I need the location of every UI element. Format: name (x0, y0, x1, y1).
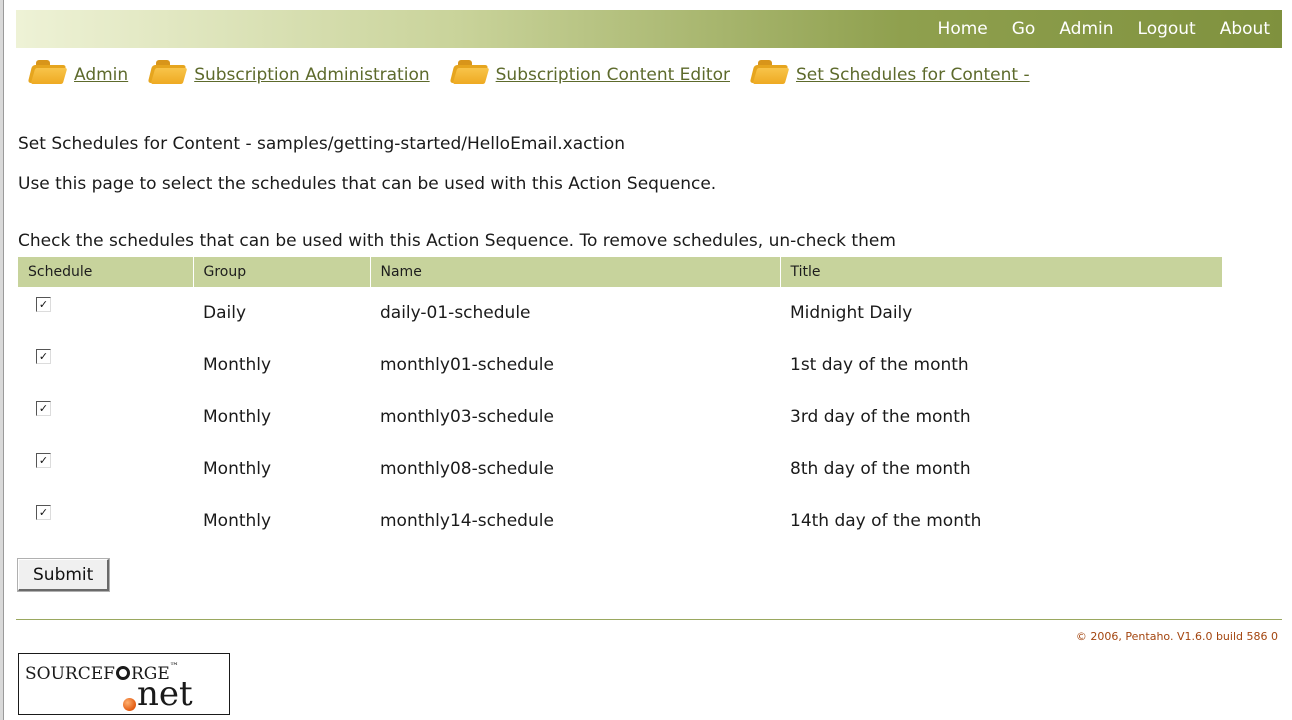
name-cell: monthly03-schedule (380, 407, 554, 427)
checkmark-icon: ✓ (38, 350, 49, 363)
page-description: Use this page to select the schedules th… (18, 174, 717, 194)
copyright-text: © 2006, Pentaho. V1.6.0 build 586 0 (1075, 630, 1278, 643)
column-header-schedule: Schedule (18, 257, 194, 287)
table-row: ✓ Monthly monthly03-schedule 3rd day of … (18, 391, 1222, 443)
schedule-checkbox[interactable]: ✓ (36, 505, 51, 520)
top-nav: Home Go Admin Logout About (924, 10, 1282, 48)
breadcrumb-item: Admin (27, 57, 128, 85)
schedule-cell: ✓ (18, 287, 193, 339)
schedule-cell: ✓ (18, 495, 193, 547)
title-cell: Midnight Daily (790, 303, 913, 323)
group-cell: Monthly (203, 511, 272, 531)
breadcrumb-set-schedules-link[interactable]: Set Schedules for Content - (796, 65, 1030, 85)
title-cell: 8th day of the month (790, 459, 971, 479)
breadcrumb-item: Set Schedules for Content - (749, 57, 1030, 85)
nav-admin-link[interactable]: Admin (1045, 19, 1123, 39)
checkmark-icon: ✓ (38, 402, 49, 415)
sourceforge-logo[interactable]: SOURCEF RGE™ net (18, 653, 230, 715)
group-cell: Monthly (203, 459, 272, 479)
nav-about-link[interactable]: About (1206, 19, 1282, 39)
nav-home-link[interactable]: Home (924, 19, 998, 39)
breadcrumb-subscription-admin-link[interactable]: Subscription Administration (194, 65, 429, 85)
column-header-group: Group (193, 257, 371, 287)
breadcrumb-item: Subscription Content Editor (449, 57, 730, 85)
breadcrumb: Admin Subscription Administration Subscr… (27, 56, 1052, 86)
schedule-cell: ✓ (18, 391, 193, 443)
group-cell: Monthly (203, 355, 272, 375)
breadcrumb-admin-link[interactable]: Admin (74, 65, 128, 85)
orange-dot-icon (123, 698, 136, 711)
top-nav-bar: Home Go Admin Logout About (16, 10, 1282, 48)
folder-icon (749, 57, 790, 85)
schedule-checkbox[interactable]: ✓ (36, 349, 51, 364)
schedule-checkbox[interactable]: ✓ (36, 401, 51, 416)
column-header-name: Name (370, 257, 781, 287)
checkmark-icon: ✓ (38, 298, 49, 311)
title-cell: 1st day of the month (790, 355, 969, 375)
table-row: ✓ Monthly monthly08-schedule 8th day of … (18, 443, 1222, 495)
folder-icon (147, 57, 188, 85)
name-cell: monthly14-schedule (380, 511, 554, 531)
schedule-checkbox[interactable]: ✓ (36, 453, 51, 468)
title-cell: 3rd day of the month (790, 407, 971, 427)
table-row: ✓ Monthly monthly14-schedule 14th day of… (18, 495, 1222, 547)
table-row: ✓ Monthly monthly01-schedule 1st day of … (18, 339, 1222, 391)
title-cell: 14th day of the month (790, 511, 982, 531)
checkmark-icon: ✓ (38, 506, 49, 519)
group-cell: Daily (203, 303, 247, 323)
nav-go-link[interactable]: Go (998, 19, 1046, 39)
left-border (0, 0, 4, 720)
name-cell: daily-01-schedule (380, 303, 531, 323)
folder-icon (449, 57, 489, 85)
schedules-table: Schedule Group Name Title ✓ Daily daily-… (18, 257, 1222, 547)
submit-button[interactable]: Submit (18, 559, 110, 591)
page-title: Set Schedules for Content - samples/gett… (18, 134, 626, 154)
table-row: ✓ Daily daily-01-schedule Midnight Daily (18, 287, 1222, 339)
column-header-title: Title (780, 257, 1222, 287)
schedule-checkbox[interactable]: ✓ (36, 297, 51, 312)
checkmark-icon: ✓ (38, 454, 49, 467)
group-cell: Monthly (203, 407, 272, 427)
table-instructions: Check the schedules that can be used wit… (18, 231, 896, 251)
breadcrumb-item: Subscription Administration (147, 57, 430, 85)
folder-icon (27, 57, 68, 85)
nav-logout-link[interactable]: Logout (1124, 19, 1206, 39)
table-header-row: Schedule Group Name Title (18, 257, 1222, 287)
name-cell: monthly08-schedule (380, 459, 554, 479)
gear-icon (115, 666, 130, 680)
schedule-cell: ✓ (18, 443, 193, 495)
schedule-cell: ✓ (18, 339, 193, 391)
footer-divider (16, 619, 1282, 620)
breadcrumb-content-editor-link[interactable]: Subscription Content Editor (496, 65, 730, 85)
name-cell: monthly01-schedule (380, 355, 554, 375)
